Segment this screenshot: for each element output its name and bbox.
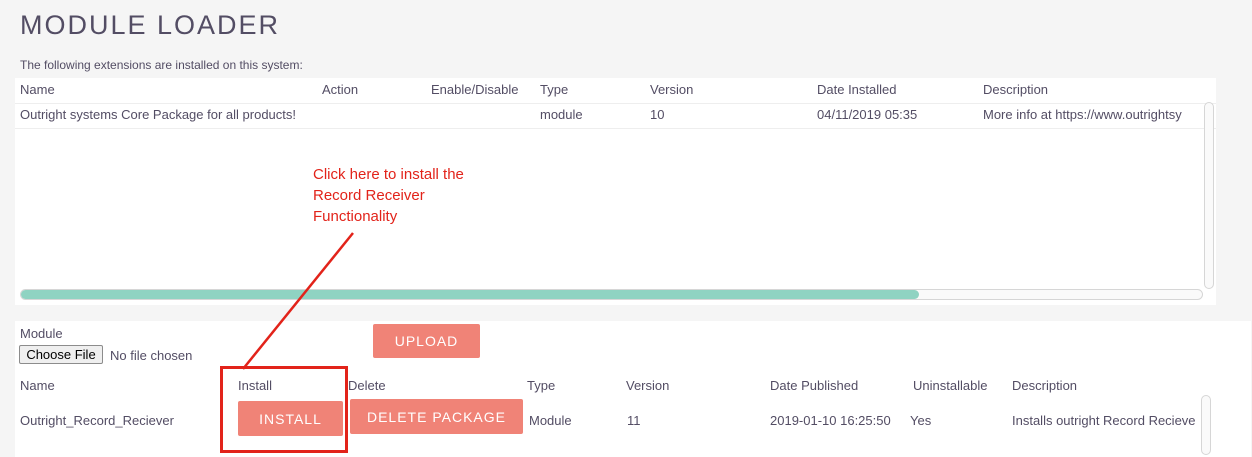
annotation-arrow-line [242, 232, 354, 370]
annotation-pointer-line [242, 232, 354, 370]
annotation-highlight-box [220, 366, 348, 453]
